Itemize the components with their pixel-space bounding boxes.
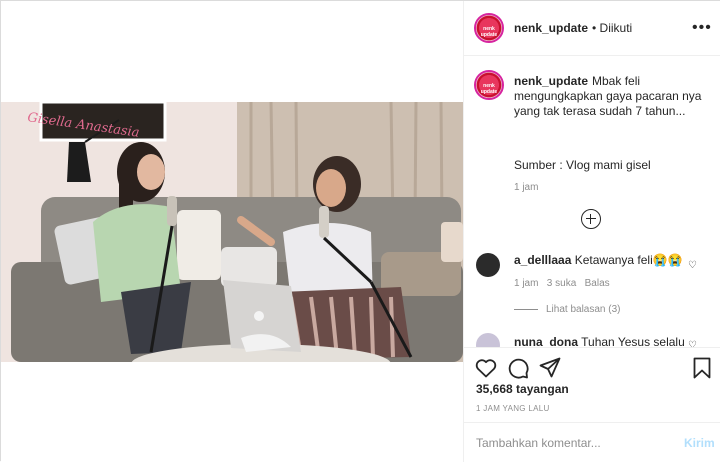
comment-composer: Kirim: [464, 422, 720, 462]
comment-text: Tuhan Yesus selalu: [581, 335, 685, 347]
post-card: Gisella Anastasia nenk update nenk_updat…: [0, 0, 720, 462]
post-timestamp: 1 JAM YANG LALU: [476, 404, 550, 413]
save-bookmark-icon[interactable]: [690, 356, 714, 380]
post-sidebar: nenk update nenk_update • Diikuti ••• ne…: [463, 1, 720, 462]
comment-like-heart-icon[interactable]: ♡: [688, 260, 697, 271]
comments-list: nenk update nenk_update Mbak feli mengung…: [464, 57, 720, 347]
view-count[interactable]: 35,668 tayangan: [476, 382, 569, 396]
caption-avatar[interactable]: nenk update: [474, 70, 504, 100]
action-bar: [464, 347, 720, 387]
author-username[interactable]: nenk_update: [514, 21, 588, 35]
post-header: nenk update nenk_update • Diikuti •••: [464, 1, 720, 56]
comment-time: 1 jam: [514, 278, 539, 289]
comment-username[interactable]: a_delllaaa: [514, 253, 571, 267]
media-area: Gisella Anastasia: [1, 1, 463, 462]
video-player[interactable]: Gisella Anastasia: [1, 102, 463, 362]
comment-avatar[interactable]: [476, 253, 500, 277]
load-more-comments-icon[interactable]: [581, 209, 601, 229]
like-heart-icon[interactable]: [474, 356, 498, 380]
caption-time: 1 jam: [514, 182, 539, 193]
share-paper-plane-icon[interactable]: [538, 356, 562, 380]
comment-meta: 1 jam 3 suka Balas: [514, 278, 610, 289]
comment-item: nuna_dona Tuhan Yesus selalu: [514, 335, 685, 347]
send-comment-button[interactable]: Kirim: [684, 436, 715, 450]
comment-text: Ketawanya feli😭😭: [574, 253, 683, 267]
video-frame: [1, 102, 463, 362]
replies-divider: [514, 309, 538, 310]
caption-source: Sumber : Vlog mami gisel: [514, 158, 651, 172]
comment-like-heart-icon[interactable]: ♡: [688, 340, 697, 347]
post-caption: nenk_update Mbak feli mengungkapkan gaya …: [514, 74, 714, 119]
caption-username[interactable]: nenk_update: [514, 74, 588, 88]
comment-avatar[interactable]: [476, 333, 500, 347]
view-replies-label: Lihat balasan (3): [546, 304, 621, 315]
comment-input[interactable]: [476, 433, 666, 453]
view-replies-button[interactable]: Lihat balasan (3): [514, 304, 621, 315]
comment-reply-button[interactable]: Balas: [585, 278, 610, 289]
comment-bubble-icon[interactable]: [506, 356, 530, 380]
comment-username[interactable]: nuna_dona: [514, 335, 578, 347]
more-options-icon[interactable]: •••: [692, 19, 712, 37]
author-avatar[interactable]: nenk update: [474, 13, 504, 43]
comment-likes[interactable]: 3 suka: [547, 278, 576, 289]
comment-item: a_delllaaa Ketawanya feli😭😭: [514, 253, 683, 267]
follow-status[interactable]: • Diikuti: [592, 21, 632, 35]
